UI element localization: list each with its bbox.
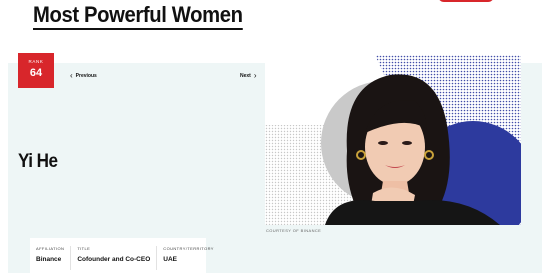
photo-credit: COURTESY OF BINANCE xyxy=(266,228,322,233)
next-link[interactable]: Next › xyxy=(240,72,257,80)
info-country: COUNTRY/TERRITORY UAE xyxy=(157,246,220,270)
chevron-right-icon: › xyxy=(253,71,257,80)
info-value: UAE xyxy=(163,256,178,263)
rank-value: 64 xyxy=(29,67,43,79)
info-card: AFFILIATION Binance TITLE Cofounder and … xyxy=(30,238,213,273)
info-affiliation: AFFILIATION Binance xyxy=(30,246,72,270)
info-label: TITLE xyxy=(77,246,91,251)
previous-link[interactable]: ‹ Previous xyxy=(70,72,97,80)
info-label: AFFILIATION xyxy=(36,246,65,251)
info-value: Cofounder and Co-CEO xyxy=(77,256,151,263)
info-title: TITLE Cofounder and Co-CEO xyxy=(71,246,158,270)
rank-badge: RANK 64 xyxy=(18,53,54,88)
portrait-photo xyxy=(265,55,521,225)
info-label: COUNTRY/TERRITORY xyxy=(163,246,214,251)
next-label: Next xyxy=(240,73,251,79)
page-title[interactable]: Most Powerful Women xyxy=(33,3,243,30)
previous-label: Previous xyxy=(75,73,97,79)
chevron-left-icon: ‹ xyxy=(70,71,73,80)
person-name: Yi He xyxy=(18,151,58,172)
info-value: Binance xyxy=(36,256,62,263)
top-nav-button[interactable] xyxy=(438,0,494,2)
rank-label: RANK xyxy=(28,59,44,64)
